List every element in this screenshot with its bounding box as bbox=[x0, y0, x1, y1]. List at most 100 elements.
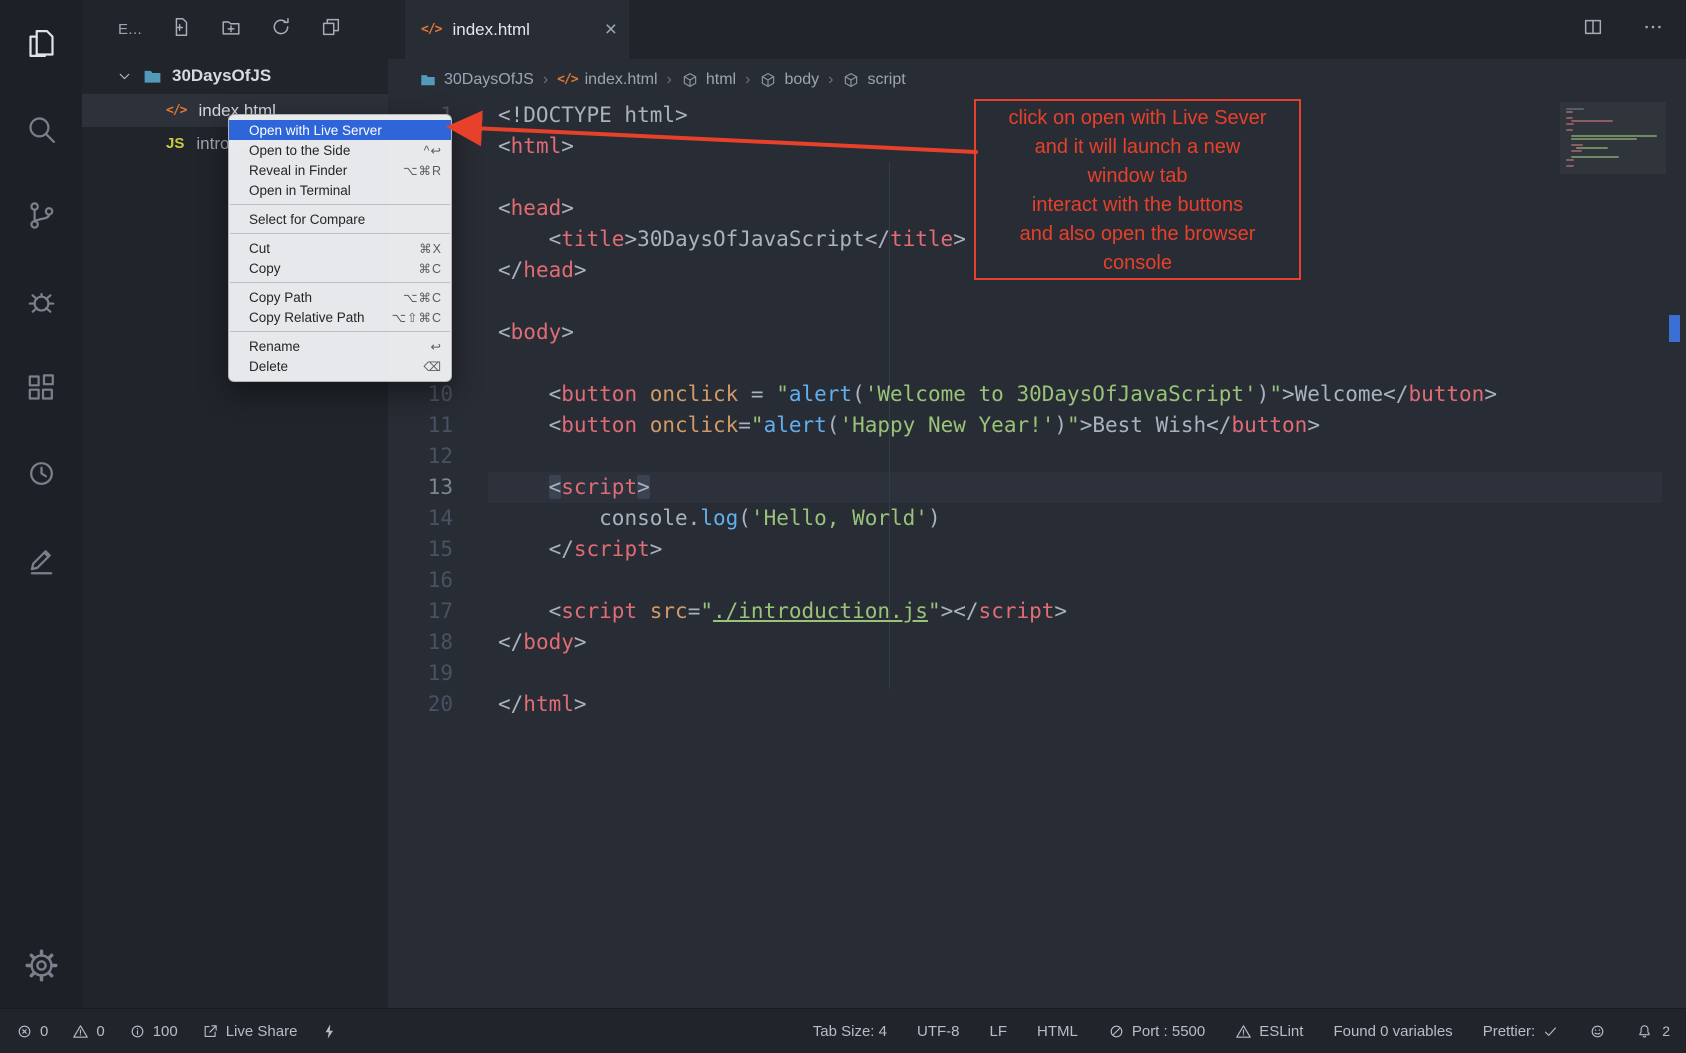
problems-warnings[interactable]: 0 bbox=[72, 1023, 104, 1040]
line-number: 20 bbox=[388, 689, 453, 720]
code-line-16[interactable] bbox=[498, 565, 1497, 596]
notifications-bell[interactable]: 2 bbox=[1636, 1023, 1670, 1040]
breadcrumb-item-script[interactable]: script bbox=[842, 71, 905, 89]
symbol-cube-icon bbox=[842, 71, 860, 89]
feedback-smiley-button[interactable] bbox=[1589, 1023, 1606, 1040]
prettier-indicator[interactable]: Prettier: bbox=[1483, 1023, 1560, 1040]
variables-indicator[interactable]: Found 0 variables bbox=[1333, 1023, 1452, 1040]
code-line-11[interactable]: <button onclick="alert('Happy New Year!'… bbox=[498, 410, 1497, 441]
lightning-icon bbox=[321, 1023, 338, 1040]
refresh-icon[interactable] bbox=[270, 16, 292, 43]
menu-item-open-in-terminal[interactable]: Open in Terminal bbox=[229, 180, 451, 200]
overview-ruler-marker bbox=[1669, 315, 1680, 342]
new-folder-icon[interactable] bbox=[220, 16, 242, 43]
history-icon[interactable] bbox=[0, 430, 82, 516]
code-line-14[interactable]: console.log('Hello, World') bbox=[498, 503, 1497, 534]
breadcrumb-item-folder[interactable]: 30DaysOfJS bbox=[419, 71, 534, 89]
menu-item-copy-relative-path[interactable]: Copy Relative Path⌥⇧⌘C bbox=[229, 307, 451, 327]
tab-index-html[interactable]: </> index.html × bbox=[405, 0, 629, 59]
menu-separator bbox=[230, 282, 450, 283]
breadcrumb-item-html[interactable]: html bbox=[681, 71, 736, 89]
check-icon bbox=[1542, 1023, 1559, 1040]
js-file-icon: JS bbox=[166, 135, 184, 152]
minimap-line bbox=[1571, 150, 1582, 152]
lightning-button[interactable] bbox=[321, 1023, 338, 1040]
language-indicator[interactable]: HTML bbox=[1037, 1023, 1078, 1040]
live-server-port[interactable]: Port : 5500 bbox=[1108, 1023, 1205, 1040]
split-editor-icon[interactable] bbox=[1582, 16, 1604, 43]
search-icon[interactable] bbox=[0, 86, 82, 172]
tab-size-indicator[interactable]: Tab Size: 4 bbox=[813, 1023, 887, 1040]
menu-separator bbox=[230, 233, 450, 234]
minimap-line bbox=[1571, 120, 1613, 122]
code-line-8[interactable]: <body> bbox=[498, 317, 1497, 348]
warning-icon bbox=[72, 1023, 89, 1040]
breadcrumb-separator: › bbox=[745, 71, 750, 89]
context-menu: Open with Live ServerOpen to the Side^↩R… bbox=[228, 114, 452, 382]
line-number: 14 bbox=[388, 503, 453, 534]
code-line-10[interactable]: <button onclick = "alert('Welcome to 30D… bbox=[498, 379, 1497, 410]
symbol-cube-icon bbox=[759, 71, 777, 89]
menu-item-reveal-in-finder[interactable]: Reveal in Finder⌥⌘R bbox=[229, 160, 451, 180]
annotation-text: click on open with Live Severand it will… bbox=[976, 104, 1299, 278]
settings-gear-icon[interactable] bbox=[0, 922, 82, 1008]
run-debug-icon[interactable] bbox=[0, 258, 82, 344]
minimap-line bbox=[1571, 144, 1583, 146]
minimap-line bbox=[1576, 147, 1608, 149]
menu-item-cut[interactable]: Cut⌘X bbox=[229, 238, 451, 258]
line-number: 16 bbox=[388, 565, 453, 596]
menu-item-copy[interactable]: Copy⌘C bbox=[229, 258, 451, 278]
breadcrumb-item-body[interactable]: body bbox=[759, 71, 819, 89]
tab-close-icon[interactable]: × bbox=[605, 19, 617, 40]
menu-item-delete[interactable]: Delete⌫ bbox=[229, 356, 451, 376]
tree-folder-30daysofjs[interactable]: 30DaysOfJS bbox=[82, 58, 388, 94]
annotation-box: click on open with Live Severand it will… bbox=[974, 99, 1301, 280]
code-line-19[interactable] bbox=[498, 658, 1497, 689]
breadcrumb: 30DaysOfJS › </> index.html › html › bod… bbox=[388, 59, 1686, 100]
eslint-indicator[interactable]: ESLint bbox=[1235, 1023, 1303, 1040]
minimap-line bbox=[1566, 165, 1574, 167]
code-line-20[interactable]: </html> bbox=[498, 689, 1497, 720]
breadcrumb-item-file[interactable]: </> index.html bbox=[557, 71, 657, 89]
encoding-indicator[interactable]: UTF-8 bbox=[917, 1023, 960, 1040]
activity-bar bbox=[0, 0, 82, 1008]
symbol-cube-icon bbox=[681, 71, 699, 89]
code-line-17[interactable]: <script src="./introduction.js"></script… bbox=[498, 596, 1497, 627]
minimap-line bbox=[1571, 156, 1619, 158]
menu-item-select-for-compare[interactable]: Select for Compare bbox=[229, 209, 451, 229]
menu-separator bbox=[230, 331, 450, 332]
smiley-icon bbox=[1589, 1023, 1606, 1040]
menu-item-open-to-the-side[interactable]: Open to the Side^↩ bbox=[229, 140, 451, 160]
code-line-12[interactable] bbox=[498, 441, 1497, 472]
code-line-7[interactable] bbox=[498, 286, 1497, 317]
minimap-line bbox=[1566, 117, 1573, 119]
eol-indicator[interactable]: LF bbox=[989, 1023, 1007, 1040]
explorer-header: E... bbox=[82, 0, 388, 58]
code-line-15[interactable]: </script> bbox=[498, 534, 1497, 565]
extensions-icon[interactable] bbox=[0, 344, 82, 430]
tab-label: index.html bbox=[452, 20, 529, 40]
error-icon bbox=[16, 1023, 33, 1040]
new-file-icon[interactable] bbox=[170, 16, 192, 43]
folder-label: 30DaysOfJS bbox=[172, 66, 271, 86]
code-line-13[interactable]: <script> bbox=[498, 472, 1497, 503]
collapse-folders-icon[interactable] bbox=[320, 16, 342, 43]
more-actions-icon[interactable] bbox=[1642, 16, 1664, 43]
minimap[interactable] bbox=[1566, 108, 1658, 168]
code-line-18[interactable]: </body> bbox=[498, 627, 1497, 658]
feedback-icon[interactable] bbox=[0, 516, 82, 602]
problems-errors[interactable]: 0 bbox=[16, 1023, 48, 1040]
minimap-line bbox=[1566, 123, 1574, 125]
menu-item-open-with-live-server[interactable]: Open with Live Server bbox=[229, 120, 451, 140]
menu-item-rename[interactable]: Rename↩ bbox=[229, 336, 451, 356]
status-bar: 0 0 100 Live Share Tab Size: 4 UTF-8 LF … bbox=[0, 1008, 1686, 1053]
code-line-9[interactable] bbox=[498, 348, 1497, 379]
info-icon bbox=[129, 1023, 146, 1040]
explorer-icon[interactable] bbox=[0, 0, 82, 86]
minimap-line bbox=[1566, 129, 1573, 131]
line-number: 11 bbox=[388, 410, 453, 441]
info-count[interactable]: 100 bbox=[129, 1023, 178, 1040]
live-share-button[interactable]: Live Share bbox=[202, 1023, 298, 1040]
menu-item-copy-path[interactable]: Copy Path⌥⌘C bbox=[229, 287, 451, 307]
source-control-icon[interactable] bbox=[0, 172, 82, 258]
